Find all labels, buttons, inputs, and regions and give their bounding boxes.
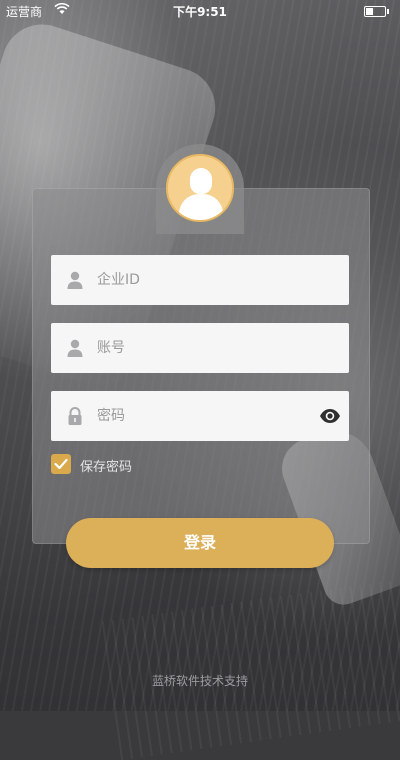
- eye-icon[interactable]: [319, 406, 341, 426]
- login-button[interactable]: 登录: [66, 518, 334, 568]
- user-icon: [65, 338, 85, 358]
- status-bar: 运营商 下午9:51: [0, 0, 400, 22]
- user-icon: [65, 270, 85, 290]
- lock-icon: [65, 406, 85, 426]
- password-input[interactable]: [97, 391, 327, 441]
- password-field[interactable]: [51, 391, 349, 441]
- battery-icon: [364, 6, 389, 17]
- footer-text: 蓝桥软件技术支持: [151, 674, 248, 688]
- clock: 下午9:51: [173, 5, 227, 19]
- check-icon: [54, 458, 68, 470]
- avatar-icon: [166, 154, 234, 222]
- remember-password-checkbox[interactable]: [51, 454, 71, 474]
- company-id-input[interactable]: [97, 255, 327, 305]
- account-field[interactable]: [51, 323, 349, 373]
- account-input[interactable]: [97, 323, 327, 373]
- company-id-field[interactable]: [51, 255, 349, 305]
- remember-password-label: 保存密码: [80, 460, 133, 475]
